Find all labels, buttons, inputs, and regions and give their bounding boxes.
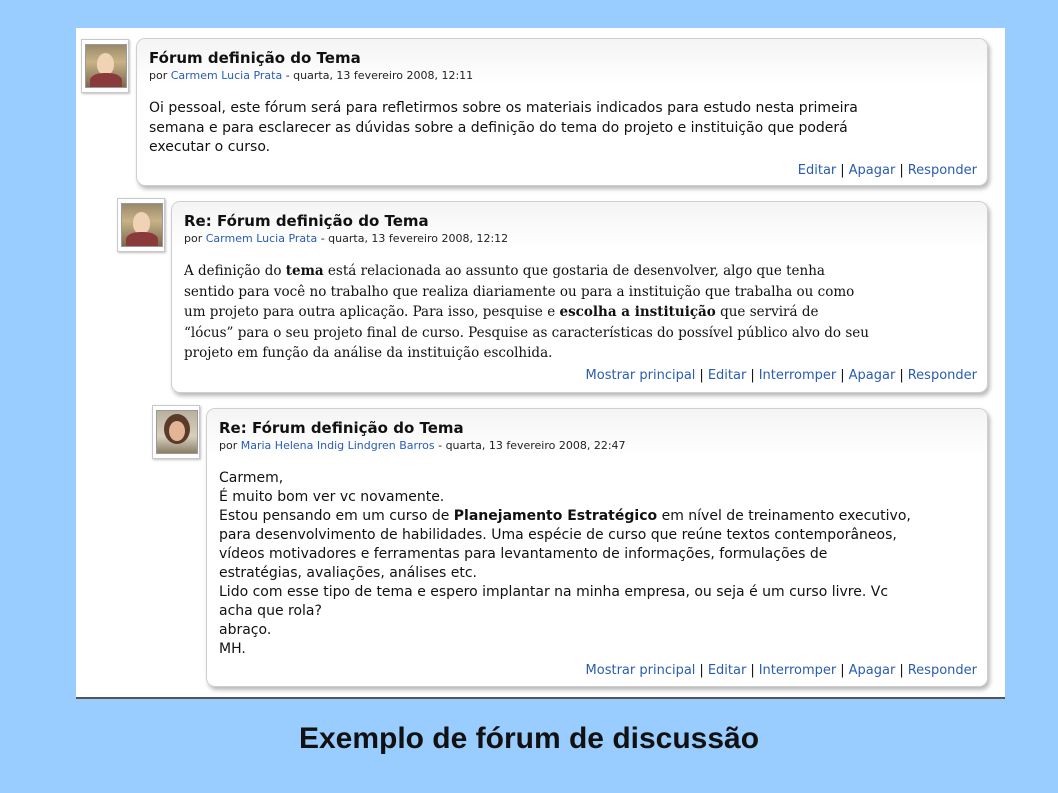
avatar-frame <box>117 198 165 252</box>
post-actions: Editar | Apagar | Responder <box>798 163 977 178</box>
by-label: por <box>219 439 238 452</box>
text-run: que servirá de <box>715 304 819 320</box>
post-body: Oi pessoal, este fórum será para refleti… <box>149 99 858 158</box>
body-line: um projeto para outra aplicação. Para is… <box>184 302 869 323</box>
avatar-frame <box>81 39 129 93</box>
post-title: Re: Fórum definição do Tema <box>219 419 464 437</box>
separator: | <box>840 663 845 678</box>
separator: | <box>750 663 755 678</box>
by-label: por <box>184 232 203 245</box>
post-body: Carmem, É muito bom ver vc novamente. Es… <box>219 469 911 659</box>
bold-text: escolha a instituição <box>559 304 716 320</box>
forum-post-reply: Re: Fórum definição do Tema por Maria He… <box>206 408 988 687</box>
post-title: Fórum definição do Tema <box>149 49 361 67</box>
edit-link[interactable]: Editar <box>708 368 747 383</box>
delete-link[interactable]: Apagar <box>849 368 896 383</box>
bold-text: Planejamento Estratégico <box>453 508 658 524</box>
body-line: projeto em função da análise da institui… <box>184 345 553 361</box>
post-date: - quarta, 13 fevereiro 2008, 12:12 <box>320 232 509 245</box>
by-label: por <box>149 69 168 82</box>
separator: | <box>899 663 904 678</box>
body-line: Oi pessoal, este fórum será para refleti… <box>149 100 858 116</box>
separator: | <box>699 368 704 383</box>
post-meta: por Carmem Lucia Prata - quarta, 13 feve… <box>184 232 508 245</box>
body-line: MH. <box>219 641 246 657</box>
show-parent-link[interactable]: Mostrar principal <box>586 368 696 383</box>
post-meta: por Maria Helena Indig Lindgren Barros -… <box>219 439 626 452</box>
text-run: Estou pensando em um curso de <box>219 508 454 524</box>
text-run: um projeto para outra aplicação. Para is… <box>184 304 560 320</box>
body-line: Estou pensando em um curso de Planejamen… <box>219 507 911 526</box>
reply-link[interactable]: Responder <box>908 663 977 678</box>
body-line: abraço. <box>219 622 272 638</box>
delete-link[interactable]: Apagar <box>849 163 896 178</box>
interrupt-link[interactable]: Interromper <box>759 368 837 383</box>
post-date: - quarta, 13 fevereiro 2008, 12:11 <box>285 69 474 82</box>
body-line: “lócus” para o seu projeto final de curs… <box>184 324 869 341</box>
forum-post: Fórum definição do Tema por Carmem Lucia… <box>136 38 988 186</box>
separator: | <box>840 163 845 178</box>
text-run: está relacionada ao assunto que gostaria… <box>323 263 825 279</box>
separator: | <box>699 663 704 678</box>
avatar-frame <box>152 405 200 459</box>
body-line: É muito bom ver vc novamente. <box>219 489 445 505</box>
text-run: em nível de treinamento executivo, <box>657 508 911 524</box>
body-line: para desenvolvimento de habilidades. Uma… <box>219 527 897 543</box>
body-line: sentido para você no trabalho que realiz… <box>184 283 855 300</box>
body-line: A definição do tema está relacionada ao … <box>184 261 869 282</box>
body-line: semana e para esclarecer as dúvidas sobr… <box>149 119 848 136</box>
post-actions: Mostrar principal | Editar | Interromper | Apa… <box>586 368 977 383</box>
delete-link[interactable]: Apagar <box>849 663 896 678</box>
reply-link[interactable]: Responder <box>908 163 977 178</box>
edit-link[interactable]: Editar <box>708 663 747 678</box>
interrupt-link[interactable]: Interromper <box>759 663 837 678</box>
reply-link[interactable]: Responder <box>908 368 977 383</box>
body-line: executar o curso. <box>149 139 271 155</box>
body-line: acha que rola? <box>219 603 322 619</box>
post-body: A definição do tema está relacionada ao … <box>184 261 869 364</box>
separator: | <box>899 163 904 178</box>
text-run: A definição do <box>184 263 286 279</box>
author-link[interactable]: Carmem Lucia Prata <box>206 232 317 245</box>
forum-panel: Fórum definição do Tema por Carmem Lucia… <box>76 28 1005 699</box>
post-actions: Mostrar principal | Editar | Interromper | Apa… <box>586 663 977 678</box>
separator: | <box>750 368 755 383</box>
avatar[interactable] <box>156 410 198 454</box>
author-link[interactable]: Maria Helena Indig Lindgren Barros <box>241 439 435 452</box>
show-parent-link[interactable]: Mostrar principal <box>586 663 696 678</box>
separator: | <box>899 368 904 383</box>
bold-text: tema <box>285 263 324 279</box>
separator: | <box>840 368 845 383</box>
forum-post-reply: Re: Fórum definição do Tema por Carmem L… <box>171 201 988 393</box>
body-line: vídeos motivadores e ferramentas para le… <box>219 546 828 562</box>
post-date: - quarta, 13 fevereiro 2008, 22:47 <box>438 439 626 452</box>
slide-caption: Exemplo de fórum de discussão <box>298 722 760 755</box>
body-line: Lido com esse tipo de tema e espero impl… <box>219 584 889 600</box>
avatar[interactable] <box>85 44 127 88</box>
body-line: estratégias, avaliações, análises etc. <box>219 565 477 581</box>
avatar[interactable] <box>121 203 163 247</box>
post-meta: por Carmem Lucia Prata - quarta, 13 feve… <box>149 69 473 82</box>
edit-link[interactable]: Editar <box>798 163 837 178</box>
post-title: Re: Fórum definição do Tema <box>184 212 429 230</box>
body-line: Carmem, <box>219 470 284 486</box>
author-link[interactable]: Carmem Lucia Prata <box>171 69 282 82</box>
